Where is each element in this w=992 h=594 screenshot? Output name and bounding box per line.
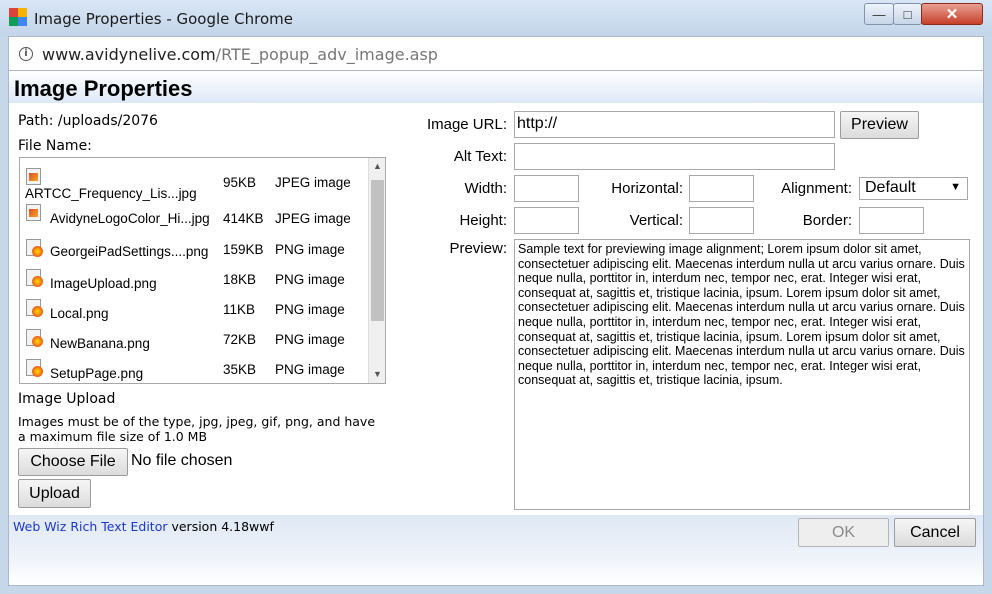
footer-credit: Web Wiz Rich Text Editor version 4.18wwf: [13, 519, 274, 534]
url-text: www.avidynelive.com/RTE_popup_adv_image.…: [42, 45, 438, 64]
close-icon: ✕: [945, 6, 959, 23]
window-title: Image Properties - Google Chrome: [34, 10, 293, 28]
border-label: Border:: [802, 212, 852, 229]
page-title: Image Properties: [14, 76, 193, 101]
image-url-label: Image URL:: [426, 116, 507, 133]
png-file-icon: [26, 239, 43, 257]
png-file-icon: [26, 299, 43, 317]
file-row[interactable]: AvidyneLogoColor_Hi...jpg 414KB JPEG ima…: [20, 202, 370, 232]
dialog-footer: Web Wiz Rich Text Editor version 4.18wwf…: [9, 515, 983, 585]
web-wiz-link[interactable]: Web Wiz Rich Text Editor: [13, 519, 168, 534]
maximize-button[interactable]: □: [893, 3, 922, 25]
jpg-file-icon: [26, 168, 41, 185]
footer-version: version 4.18wwf: [167, 519, 274, 534]
dialog-page: Image Properties Path: /uploads/2076 Fil…: [8, 70, 984, 586]
file-type: PNG image: [275, 362, 345, 377]
file-size: 95KB: [223, 175, 257, 190]
image-upload-heading: Image Upload: [18, 391, 116, 407]
preview-label: Preview:: [449, 240, 507, 257]
file-row[interactable]: ImageUpload.png 18KB PNG image: [20, 264, 370, 294]
alt-text-input[interactable]: [514, 143, 835, 170]
file-type: PNG image: [275, 272, 345, 287]
chevron-down-icon: ▼: [950, 181, 961, 193]
png-file-icon: [26, 359, 43, 377]
file-row[interactable]: SetupPage.png 35KB PNG image: [20, 354, 370, 383]
info-icon[interactable]: i: [19, 47, 33, 61]
file-type: PNG image: [275, 242, 345, 257]
image-preview-area: Sample text for previewing image alignme…: [514, 239, 970, 510]
window-titlebar: Image Properties - Google Chrome — □ ✕: [0, 0, 992, 36]
alignment-label: Alignment:: [781, 180, 852, 197]
address-bar[interactable]: i www.avidynelive.com/RTE_popup_adv_imag…: [8, 36, 984, 70]
file-name: Local.png: [50, 306, 109, 321]
url-host: www.avidynelive.com: [42, 45, 216, 64]
alignment-select[interactable]: Default ▼: [859, 177, 968, 200]
png-file-icon: [26, 269, 43, 287]
file-list-scrollbar[interactable]: ▲ ▼: [368, 158, 385, 383]
choose-file-button[interactable]: Choose File: [18, 448, 128, 476]
close-button[interactable]: ✕: [921, 3, 983, 25]
image-url-input[interactable]: http://: [514, 111, 835, 138]
file-row[interactable]: NewBanana.png 72KB PNG image: [20, 324, 370, 354]
file-size: 18KB: [223, 272, 257, 287]
horizontal-label: Horizontal:: [611, 180, 683, 197]
alignment-value: Default: [865, 179, 916, 196]
height-input[interactable]: [514, 207, 579, 234]
file-list[interactable]: ARTCC_Frequency_Lis...jpg 95KB JPEG imag…: [19, 157, 386, 384]
scroll-up-icon[interactable]: ▲: [369, 158, 385, 175]
chrome-logo-icon: [9, 8, 27, 26]
file-name-label: File Name:: [18, 138, 92, 154]
minimize-icon: —: [872, 6, 886, 22]
scroll-down-icon[interactable]: ▼: [369, 366, 385, 383]
preview-button[interactable]: Preview: [840, 111, 919, 139]
ok-button[interactable]: OK: [798, 518, 889, 547]
file-type: PNG image: [275, 332, 345, 347]
file-row[interactable]: ARTCC_Frequency_Lis...jpg 95KB JPEG imag…: [20, 166, 370, 201]
file-type: JPEG image: [275, 211, 351, 226]
file-size: 414KB: [223, 211, 264, 226]
url-path: /RTE_popup_adv_image.asp: [215, 45, 438, 64]
file-row[interactable]: Local.png 11KB PNG image: [20, 294, 370, 324]
minimize-button[interactable]: —: [864, 3, 894, 25]
upload-note-line-1: Images must be of the type, jpg, jpeg, g…: [18, 414, 376, 429]
scrollbar-thumb[interactable]: [371, 180, 384, 321]
path-label: Path: /uploads/2076: [18, 113, 158, 129]
file-row[interactable]: GeorgeiPadSettings....png 159KB PNG imag…: [20, 234, 370, 264]
maximize-icon: □: [903, 6, 912, 22]
height-label: Height:: [459, 212, 507, 229]
upload-button[interactable]: Upload: [18, 479, 91, 508]
no-file-chosen-text: No file chosen: [131, 452, 233, 469]
file-name: AvidyneLogoColor_Hi...jpg: [50, 211, 210, 226]
width-input[interactable]: [514, 175, 579, 202]
alt-text-label: Alt Text:: [453, 148, 507, 165]
width-label: Width:: [464, 180, 507, 197]
file-size: 11KB: [223, 302, 256, 317]
file-size: 159KB: [223, 242, 264, 257]
file-name: NewBanana.png: [50, 336, 150, 351]
png-file-icon: [26, 329, 43, 347]
file-type: PNG image: [275, 302, 345, 317]
horizontal-input[interactable]: [689, 175, 754, 202]
file-type: JPEG image: [275, 175, 351, 190]
border-input[interactable]: [859, 207, 924, 234]
file-name: ImageUpload.png: [50, 276, 157, 291]
file-name: GeorgeiPadSettings....png: [50, 244, 209, 259]
vertical-input[interactable]: [689, 207, 754, 234]
file-name: SetupPage.png: [50, 366, 144, 381]
upload-note-line-2: a maximum file size of 1.0 MB: [18, 429, 208, 444]
cancel-button[interactable]: Cancel: [894, 518, 976, 547]
vertical-label: Vertical:: [629, 212, 683, 229]
file-size: 35KB: [223, 362, 257, 377]
jpg-file-icon: [26, 204, 41, 221]
file-name: ARTCC_Frequency_Lis...jpg: [25, 186, 197, 201]
heading-band: Image Properties: [9, 71, 983, 103]
file-size: 72KB: [223, 332, 257, 347]
